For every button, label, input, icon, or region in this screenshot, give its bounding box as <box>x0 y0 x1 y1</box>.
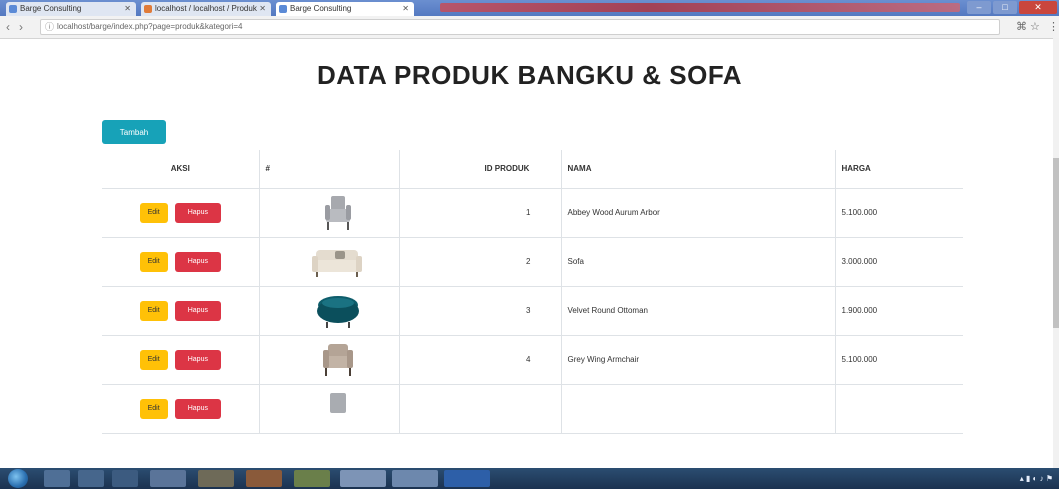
image-cell <box>259 188 400 238</box>
delete-button[interactable]: Hapus <box>174 349 221 370</box>
table-row: Edit Hapus <box>102 384 963 434</box>
close-tab-icon[interactable]: ✕ <box>402 2 409 16</box>
page-info-icon: ⓘ <box>45 22 55 32</box>
browser-tab-bar: Barge Consulting ✕ localhost / localhost… <box>0 0 1059 16</box>
bookmark-star-icon[interactable]: ☆ <box>1030 20 1040 34</box>
scrollbar-thumb[interactable] <box>1053 158 1059 328</box>
back-icon[interactable]: ‹ <box>6 20 10 34</box>
browser-tab-active[interactable]: Barge Consulting ✕ <box>276 2 414 16</box>
favicon-icon <box>9 5 17 13</box>
table-row: Edit Hapus 4 Grey Wing Armchair 5.100.00… <box>102 335 963 385</box>
close-tab-icon[interactable]: ✕ <box>259 2 266 16</box>
windows-taskbar: ▴ ▮ ◐ ♪ ⚑ <box>0 468 1059 489</box>
name-cell: Abbey Wood Aurum Arbor <box>561 188 836 238</box>
column-header-no: # <box>259 150 400 189</box>
menu-icon[interactable]: ⋮ <box>1048 20 1059 34</box>
word-icon[interactable] <box>444 470 490 487</box>
start-button[interactable] <box>8 469 28 488</box>
image-cell <box>259 335 400 385</box>
page-title: DATA PRODUK BANGKU & SOFA <box>316 60 743 90</box>
translate-icon[interactable]: ⌘ <box>1016 20 1027 34</box>
delete-button[interactable]: Hapus <box>174 398 221 419</box>
media-player-icon[interactable] <box>112 470 138 487</box>
id-cell: 2 <box>399 237 562 287</box>
app-icon[interactable] <box>392 470 438 487</box>
ie-icon[interactable] <box>44 470 70 487</box>
id-cell <box>399 384 562 434</box>
table-header-row: AKSI # ID PRODUK NAMA HARGA <box>102 150 963 189</box>
product-image <box>322 343 353 376</box>
window-controls: – □ ✕ <box>959 0 1059 16</box>
browser-tab-title: Barge Consulting <box>290 4 352 13</box>
actions-cell: Edit Hapus <box>102 188 260 238</box>
price-cell: 1.900.000 <box>835 286 963 336</box>
edit-button[interactable]: Edit <box>139 300 168 321</box>
add-product-button[interactable]: Tambah <box>102 120 166 144</box>
actions-cell: Edit Hapus <box>102 286 260 336</box>
price-cell: 3.000.000 <box>835 237 963 287</box>
folder-icon[interactable] <box>150 470 186 487</box>
delete-button[interactable]: Hapus <box>174 300 221 321</box>
app-icon[interactable] <box>198 470 234 487</box>
browser-tab[interactable]: Barge Consulting ✕ <box>6 2 136 16</box>
minimize-button[interactable]: – <box>967 1 991 14</box>
product-table: AKSI # ID PRODUK NAMA HARGA Edit Hapus 1… <box>102 150 963 434</box>
column-header-harga: HARGA <box>835 150 963 189</box>
name-cell <box>561 384 836 434</box>
app-icon[interactable] <box>246 470 282 487</box>
actions-cell: Edit Hapus <box>102 384 260 434</box>
name-cell: Grey Wing Armchair <box>561 335 836 385</box>
close-window-button[interactable]: ✕ <box>1019 1 1057 14</box>
actions-cell: Edit Hapus <box>102 335 260 385</box>
name-cell: Sofa <box>561 237 836 287</box>
name-cell: Velvet Round Ottoman <box>561 286 836 336</box>
column-header-id-produk: ID PRODUK <box>399 150 562 189</box>
product-image <box>324 195 351 230</box>
browser-tab-title: Barge Consulting <box>20 4 82 13</box>
delete-button[interactable]: Hapus <box>174 202 221 223</box>
id-cell: 3 <box>399 286 562 336</box>
page-scrollbar[interactable] <box>1053 38 1059 468</box>
minimize-icon: – <box>976 2 982 12</box>
delete-button[interactable]: Hapus <box>174 251 221 272</box>
image-cell <box>259 286 400 336</box>
favicon-icon <box>144 5 152 13</box>
table-row: Edit Hapus 3 Velvet Round Ottoman 1.900.… <box>102 286 963 336</box>
table-row: Edit Hapus 1 Abbey Wood Aurum Arbor 5.10… <box>102 188 963 238</box>
close-tab-icon[interactable]: ✕ <box>124 2 131 16</box>
browser-toolbar: ‹ › ⓘ localhost/barge/index.php?page=pro… <box>0 16 1059 39</box>
product-image <box>329 392 346 413</box>
app-icon[interactable] <box>294 470 330 487</box>
close-icon: ✕ <box>1034 2 1042 12</box>
price-cell <box>835 384 963 434</box>
explorer-icon[interactable] <box>78 470 104 487</box>
price-cell: 5.100.000 <box>835 188 963 238</box>
table-row: Edit Hapus 2 Sofa 3.000.000 <box>102 237 963 287</box>
maximize-icon: □ <box>1002 2 1008 12</box>
browser-tab-title: localhost / localhost / Produk <box>155 4 257 13</box>
favicon-icon <box>279 5 287 13</box>
edit-button[interactable]: Edit <box>139 398 168 419</box>
forward-icon[interactable]: › <box>19 20 23 34</box>
actions-cell: Edit Hapus <box>102 237 260 287</box>
column-header-nama: NAMA <box>561 150 836 189</box>
id-cell: 4 <box>399 335 562 385</box>
edit-button[interactable]: Edit <box>139 349 168 370</box>
image-cell <box>259 384 400 434</box>
chrome-icon[interactable] <box>340 470 386 487</box>
window-title-strip <box>440 3 960 12</box>
edit-button[interactable]: Edit <box>139 251 168 272</box>
address-bar[interactable]: ⓘ localhost/barge/index.php?page=produk&… <box>40 19 1000 35</box>
price-cell: 5.100.000 <box>835 335 963 385</box>
product-image <box>311 249 362 277</box>
edit-button[interactable]: Edit <box>139 202 168 223</box>
product-image <box>316 295 359 328</box>
maximize-button[interactable]: □ <box>993 1 1017 14</box>
image-cell <box>259 237 400 287</box>
url-text: localhost/barge/index.php?page=produk&ka… <box>57 22 243 31</box>
id-cell: 1 <box>399 188 562 238</box>
system-tray[interactable]: ▴ ▮ ◐ ♪ ⚑ <box>1020 472 1053 485</box>
browser-tab[interactable]: localhost / localhost / Produk ✕ <box>141 2 271 16</box>
column-header-aksi: AKSI <box>102 150 260 189</box>
